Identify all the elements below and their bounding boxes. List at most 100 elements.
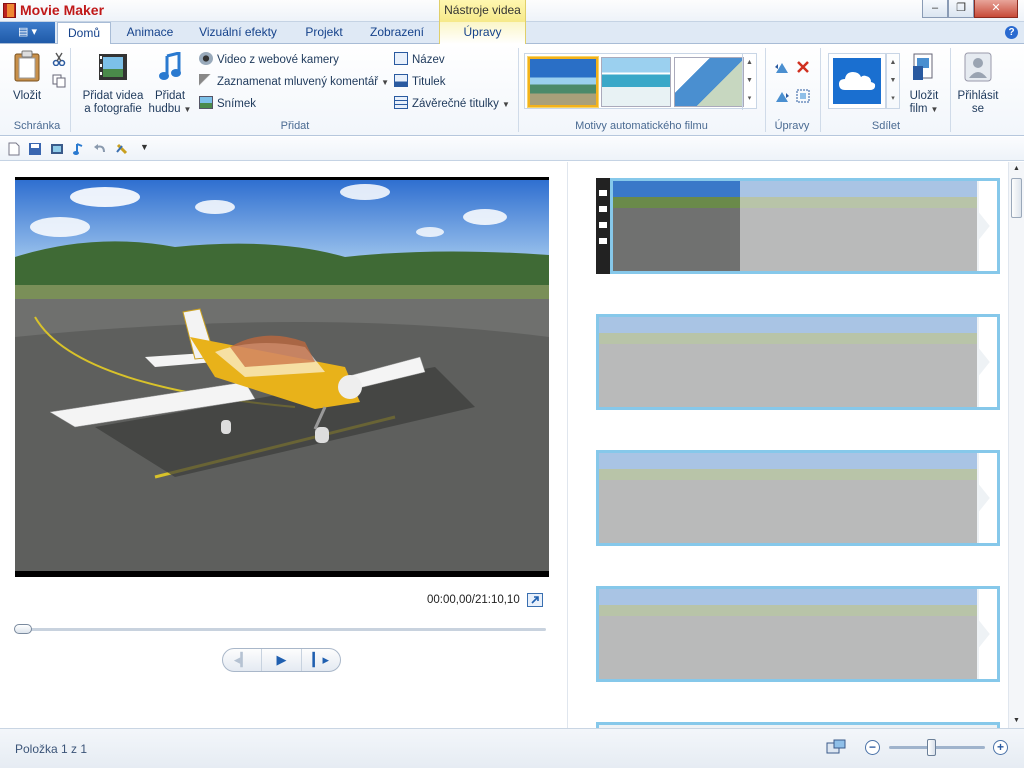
snapshot-label: Snímek xyxy=(217,98,256,110)
autotheme-gallery: ▲ ▼ ▾ xyxy=(524,53,757,110)
playback-controls: ◂▎ ▶ ▎▸ xyxy=(222,648,341,672)
cut-icon[interactable] xyxy=(52,52,66,66)
redo-icon[interactable] xyxy=(115,142,129,156)
zoom-slider-thumb[interactable] xyxy=(927,739,936,756)
rotate-right-icon[interactable] xyxy=(774,90,790,104)
sign-in-button[interactable]: Přihlásit se xyxy=(955,52,1001,116)
webcam-video-button[interactable]: Video z webové kamery xyxy=(199,51,339,69)
save-movie-label-1: Uložit xyxy=(909,90,939,102)
caption-label: Titulek xyxy=(412,76,446,88)
next-frame-button[interactable]: ▎▸ xyxy=(302,649,340,671)
zoom-in-button[interactable]: + xyxy=(993,740,1008,755)
zoom-out-button[interactable]: − xyxy=(865,740,880,755)
file-menu-button[interactable]: ▤ ▾ xyxy=(0,22,55,43)
record-narration-button[interactable]: Zaznamenat mluvený komentář ▼ xyxy=(199,73,389,91)
previous-frame-button[interactable]: ◂▎ xyxy=(223,649,263,671)
narration-label: Zaznamenat mluvený komentář xyxy=(217,76,379,88)
save-project-icon[interactable] xyxy=(28,142,42,156)
window-title: Movie Maker xyxy=(20,2,105,18)
zoom-slider[interactable] xyxy=(889,746,985,749)
thumbnail-size-icon[interactable] xyxy=(826,739,846,755)
fullscreen-button[interactable] xyxy=(527,593,543,607)
copy-icon[interactable] xyxy=(52,74,66,88)
group-separator xyxy=(70,48,71,132)
scroll-thumb[interactable] xyxy=(1011,178,1022,218)
clip-frame xyxy=(599,453,726,543)
scroll-up-button[interactable]: ▲ xyxy=(1009,162,1024,176)
save-movie-icon xyxy=(913,53,933,80)
maximize-button[interactable]: ❐ xyxy=(948,0,974,18)
remove-icon[interactable] xyxy=(796,60,810,74)
clip-frame xyxy=(740,181,867,271)
title-label: Název xyxy=(412,54,445,66)
onedrive-share-button[interactable] xyxy=(833,58,881,104)
tab-visual-effects[interactable]: Vizuální efekty xyxy=(190,22,286,44)
context-tab-header: Nástroje videa xyxy=(439,0,526,22)
add-music-button[interactable]: Přidat hudbu ▼ xyxy=(148,51,192,116)
add-music-label-2: hudbu xyxy=(148,103,181,115)
preview-frame xyxy=(15,180,549,571)
save-movie-label-2: film xyxy=(909,103,928,115)
rotate-left-icon[interactable] xyxy=(774,61,790,75)
expand-icon xyxy=(531,596,539,604)
clip-frame xyxy=(599,589,726,679)
storyboard xyxy=(568,162,1008,728)
clip-frame xyxy=(853,453,977,543)
new-project-icon[interactable] xyxy=(7,142,21,156)
theme-default[interactable] xyxy=(528,57,598,107)
clip-frame xyxy=(613,181,740,271)
playhead-indicator xyxy=(596,178,610,274)
tab-view[interactable]: Zobrazení xyxy=(362,22,432,44)
paste-label: Vložit xyxy=(12,90,42,102)
tab-animations[interactable]: Animace xyxy=(118,22,182,44)
theme-cinematic[interactable] xyxy=(674,57,744,107)
microphone-icon xyxy=(199,74,213,87)
minimize-button[interactable]: ‒ xyxy=(922,0,948,18)
window-controls: ‒ ❐ ✕ xyxy=(922,0,1018,19)
group-separator xyxy=(820,48,821,132)
save-movie-button[interactable]: Uložit film ▼ xyxy=(904,52,944,116)
undo-icon[interactable] xyxy=(93,142,107,156)
paste-button[interactable]: Vložit xyxy=(8,50,46,103)
clip-strip-1[interactable] xyxy=(610,178,1000,274)
caption-button[interactable]: Titulek xyxy=(394,73,445,91)
chevron-down-icon: ▼ xyxy=(381,78,389,87)
storyboard-scrollbar[interactable]: ▲ ▼ xyxy=(1008,162,1024,728)
gallery-scroll[interactable]: ▲ ▼ ▾ xyxy=(742,54,756,110)
sign-in-label-2: se xyxy=(971,103,985,115)
tab-home[interactable]: Domů xyxy=(57,22,111,45)
tab-project[interactable]: Projekt xyxy=(294,22,354,44)
share-gallery xyxy=(828,53,886,109)
seek-bar[interactable] xyxy=(16,628,546,631)
seek-thumb[interactable] xyxy=(14,624,32,634)
clip-frame xyxy=(853,317,977,407)
credits-button[interactable]: Závěrečné titulky ▼ xyxy=(394,95,510,113)
title-button[interactable]: Název xyxy=(394,51,445,69)
play-button[interactable]: ▶ xyxy=(262,649,302,671)
clip-frame xyxy=(726,317,853,407)
snapshot-icon xyxy=(199,96,213,109)
clip-strip-4[interactable] xyxy=(596,586,1000,682)
chevron-down-icon: ▼ xyxy=(183,105,192,114)
add-media-icon[interactable] xyxy=(50,142,64,156)
clip-end-marker xyxy=(979,453,997,543)
help-icon[interactable]: ? xyxy=(1005,26,1018,39)
add-music-quick-icon[interactable] xyxy=(72,142,86,156)
snapshot-button[interactable]: Snímek xyxy=(199,95,256,113)
clip-strip-2[interactable] xyxy=(596,314,1000,410)
add-videos-label-1: Přidat videa xyxy=(82,90,144,102)
music-note-icon xyxy=(159,51,181,80)
select-all-icon[interactable] xyxy=(796,89,810,103)
scroll-down-button[interactable]: ▼ xyxy=(1009,714,1024,728)
clip-strip-3[interactable] xyxy=(596,450,1000,546)
share-scroll[interactable]: ▲ ▼ ▾ xyxy=(886,53,900,109)
video-preview xyxy=(15,177,549,577)
customize-qat-icon[interactable]: ▼ xyxy=(140,142,149,152)
group-separator xyxy=(518,48,519,132)
clip-end-marker xyxy=(979,181,997,271)
clip-end-marker xyxy=(979,589,997,679)
add-videos-photos-button[interactable]: Přidat videa a fotografie xyxy=(80,52,146,116)
tab-edit[interactable]: Úpravy xyxy=(439,22,526,44)
close-button[interactable]: ✕ xyxy=(974,0,1018,18)
theme-contemporary[interactable] xyxy=(601,57,671,107)
